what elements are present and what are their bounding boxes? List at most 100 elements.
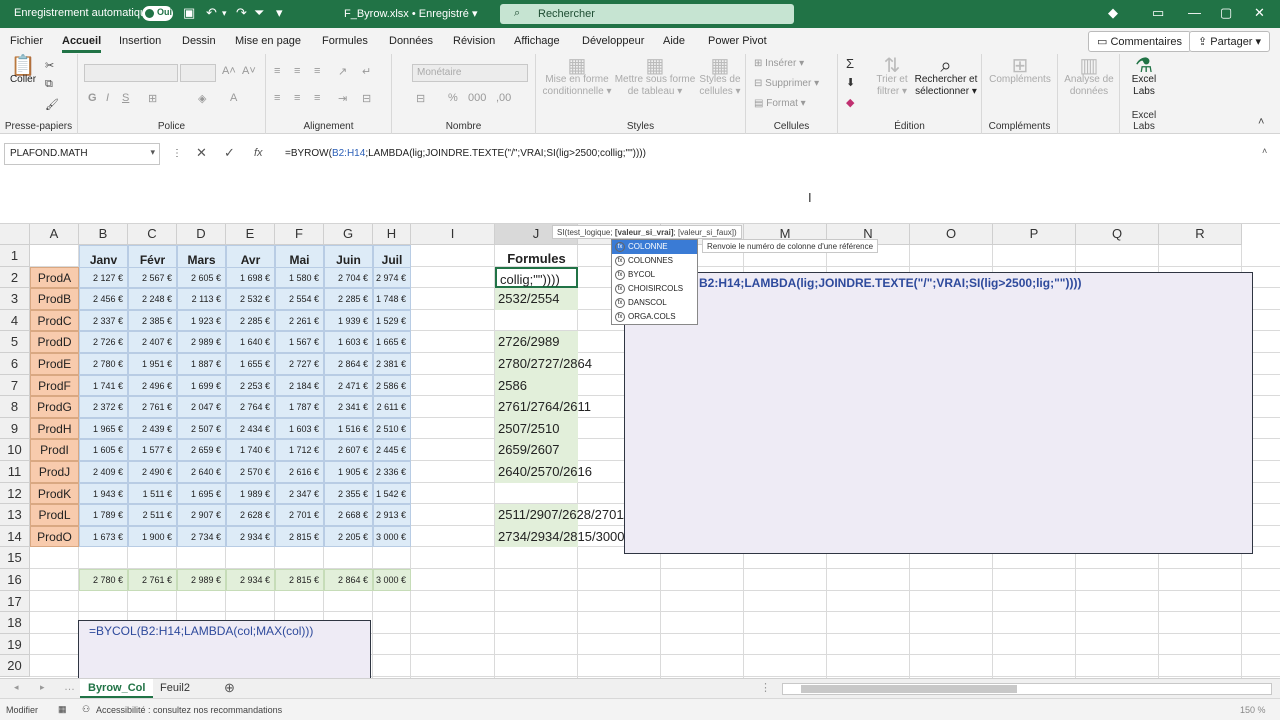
filter-icon[interactable]: ⏷ [254, 5, 264, 21]
value-cell[interactable]: 1 673 € [79, 525, 128, 548]
macro-icon[interactable]: ▦ [58, 704, 67, 715]
find-select-button[interactable]: ⌕ Rechercher et sélectionner ▾ [912, 56, 980, 98]
value-cell[interactable]: 1 939 € [324, 309, 373, 332]
shrink-font-icon[interactable]: A˅ [242, 65, 256, 77]
more-sheets-icon[interactable]: … [64, 681, 75, 693]
tab-fichier[interactable]: Fichier [10, 35, 43, 47]
diamond-icon[interactable]: ◆ [1108, 5, 1118, 21]
product-cell[interactable]: ProdC [30, 309, 79, 332]
search-box[interactable]: ⌕ Rechercher [500, 4, 794, 24]
value-cell[interactable]: 1 712 € [275, 439, 324, 461]
value-cell[interactable]: 2 337 € [79, 309, 128, 332]
row-header-11[interactable]: 11 [0, 461, 30, 483]
autocomplete-item-colonnes[interactable]: fx COLONNES [612, 254, 697, 268]
value-cell[interactable]: 1 905 € [324, 461, 373, 483]
row-header-18[interactable]: 18 [0, 612, 30, 634]
orientation-icon[interactable]: ↗ [338, 65, 347, 78]
font-name-field[interactable] [84, 64, 178, 82]
value-cell[interactable]: 2 761 € [128, 396, 177, 418]
value-cell[interactable]: 1 655 € [226, 353, 275, 375]
value-cell[interactable]: 2 764 € [226, 396, 275, 418]
share-button[interactable]: ⇪ Partager ▾ [1189, 31, 1271, 52]
number-format-select[interactable]: Monétaire [412, 64, 528, 82]
autosave-toggle[interactable]: Oui [142, 6, 173, 21]
italic-icon[interactable]: I [106, 92, 109, 104]
product-cell[interactable]: ProdD [30, 331, 79, 353]
value-cell[interactable]: 2 456 € [79, 288, 128, 310]
cut-icon[interactable]: ✂ [45, 59, 54, 72]
autocomplete-item-bycol[interactable]: fx BYCOL [612, 268, 697, 282]
value-cell[interactable]: 2 668 € [324, 504, 373, 526]
bold-icon[interactable]: G [88, 92, 97, 104]
result-cell[interactable]: 2734/2934/2815/3000 [495, 525, 625, 548]
value-cell[interactable]: 2 248 € [128, 288, 177, 310]
value-cell[interactable]: 1 699 € [177, 374, 226, 397]
redo-icon[interactable]: ↷ [236, 5, 247, 21]
tab-insertion[interactable]: Insertion [119, 35, 161, 47]
value-cell[interactable]: 2 780 € [79, 353, 128, 375]
value-cell[interactable]: 2 205 € [324, 525, 373, 548]
copy-icon[interactable]: ⧉ [45, 78, 53, 91]
product-cell[interactable]: ProdF [30, 374, 79, 397]
value-cell[interactable]: 2 471 € [324, 374, 373, 397]
value-cell[interactable]: 1 989 € [226, 482, 275, 505]
row-header-14[interactable]: 14 [0, 525, 30, 548]
autocomplete-item-danscol[interactable]: fx DANSCOL [612, 296, 697, 310]
coller-button[interactable]: 📋 Coller [6, 56, 40, 86]
delete-button[interactable]: ⊟ Supprimer ▾ [754, 78, 819, 89]
value-cell[interactable]: 2 261 € [275, 309, 324, 332]
value-cell[interactable]: 2 127 € [79, 266, 128, 289]
max-value-cell[interactable]: 2 761 € [128, 569, 177, 591]
value-cell[interactable]: 2 341 € [324, 396, 373, 418]
value-cell[interactable]: 1 965 € [79, 417, 128, 440]
result-cell[interactable]: 2659/2607 [495, 439, 578, 461]
decimal-icon[interactable]: ,00 [496, 92, 511, 104]
tab-revision[interactable]: Révision [453, 35, 495, 47]
select-all-corner[interactable] [0, 224, 30, 245]
value-cell[interactable]: 2 385 € [128, 309, 177, 332]
restore-window-icon[interactable]: ▭ [1152, 5, 1164, 21]
product-cell[interactable]: ProdJ [30, 461, 79, 483]
save-icon[interactable]: ▣ [183, 5, 195, 21]
row-header-3[interactable]: 3 [0, 288, 30, 310]
value-cell[interactable]: 2 285 € [226, 309, 275, 332]
name-box[interactable]: PLAFOND.MATH ▾ [4, 143, 160, 165]
column-header-d[interactable]: D [177, 224, 226, 245]
product-cell[interactable]: ProdG [30, 396, 79, 418]
product-cell[interactable]: ProdB [30, 288, 79, 310]
maximize-icon[interactable]: ▢ [1220, 5, 1232, 21]
insert-function-icon[interactable]: fx [254, 147, 263, 159]
tab-dessin[interactable]: Dessin [182, 35, 216, 47]
borders-icon[interactable]: ⊞ [148, 92, 157, 105]
complements-button[interactable]: ⊞ Compléments [986, 56, 1054, 86]
value-cell[interactable]: 2 355 € [324, 482, 373, 505]
column-header-c[interactable]: C [128, 224, 177, 245]
value-cell[interactable]: 2 704 € [324, 266, 373, 289]
font-size-field[interactable] [180, 64, 216, 82]
format-button[interactable]: ▤ Format ▾ [754, 98, 806, 109]
result-cell[interactable]: collig;"")))) [495, 266, 578, 289]
tab-power-pivot[interactable]: Power Pivot [708, 35, 767, 47]
column-header-r[interactable]: R [1159, 224, 1242, 245]
accessibility-icon[interactable]: ⚇ [82, 704, 90, 715]
percent-icon[interactable]: % [448, 92, 458, 104]
column-header-e[interactable]: E [226, 224, 275, 245]
product-cell[interactable]: ProdI [30, 439, 79, 461]
value-cell[interactable]: 2 734 € [177, 525, 226, 548]
value-cell[interactable]: 2 381 € [373, 353, 411, 375]
tab-aide[interactable]: Aide [663, 35, 685, 47]
value-cell[interactable]: 1 695 € [177, 482, 226, 505]
value-cell[interactable]: 2 554 € [275, 288, 324, 310]
sheet-tab-byrow-col[interactable]: Byrow_Col [80, 679, 154, 698]
column-header-f[interactable]: F [275, 224, 324, 245]
row-header-9[interactable]: 9 [0, 417, 30, 440]
currency-icon[interactable]: ⊟ [416, 92, 425, 105]
value-cell[interactable]: 2 510 € [373, 417, 411, 440]
align-middle-icon[interactable]: ≡ [294, 65, 300, 77]
bycol-formula-box[interactable]: =BYCOL(B2:H14;LAMBDA(col;MAX(col))) [78, 620, 371, 680]
value-cell[interactable]: 2 253 € [226, 374, 275, 397]
underline-icon[interactable]: S [122, 92, 129, 104]
align-center-icon[interactable]: ≡ [294, 92, 300, 104]
row-header-7[interactable]: 7 [0, 374, 30, 397]
value-cell[interactable]: 2 047 € [177, 396, 226, 418]
